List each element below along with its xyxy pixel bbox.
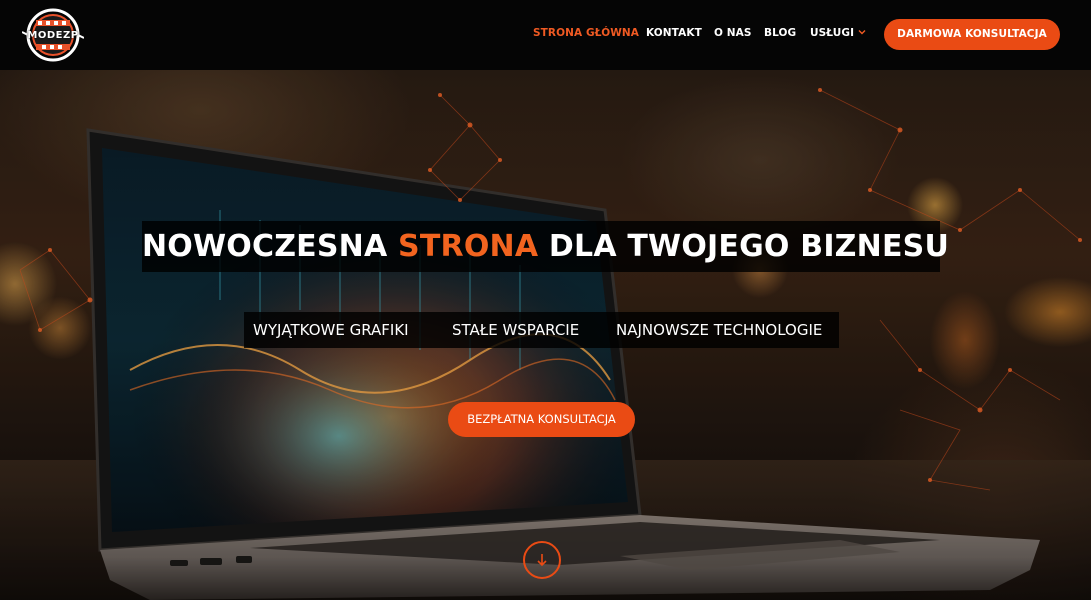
feature-support: STAŁE WSPARCIE (452, 321, 580, 339)
hero-section: NOWOCZESNA STRONA DLA TWOJEGO BIZNESU WY… (0, 70, 1091, 600)
scroll-down-button[interactable] (523, 541, 561, 579)
arrow-down-icon (537, 554, 547, 567)
free-consultation-cta[interactable]: BEZPŁATNA KONSULTACJA (448, 402, 635, 437)
nav-item-services[interactable]: USŁUGI (810, 27, 854, 39)
nav-item-about[interactable]: O NAS (714, 27, 752, 39)
free-consultation-button[interactable]: DARMOWA KONSULTACJA (884, 19, 1060, 50)
headline-part1: NOWOCZESNA (142, 229, 399, 264)
nav-item-blog[interactable]: BLOG (764, 27, 796, 39)
site-header: MODEZP STRONA GŁÓWNA KONTAKT O NAS BLOG … (0, 0, 1091, 70)
headline-accent: STRONA (398, 229, 539, 264)
hero-headline-box: NOWOCZESNA STRONA DLA TWOJEGO BIZNESU (142, 221, 949, 272)
nav-item-contact[interactable]: KONTAKT (646, 27, 702, 39)
hero-headline: NOWOCZESNA STRONA DLA TWOJEGO BIZNESU (142, 221, 949, 272)
feature-technologies: NAJNOWSZE TECHNOLOGIE (616, 321, 823, 339)
nav-item-home[interactable]: STRONA GŁÓWNA (533, 27, 639, 39)
hero-features: WYJĄTKOWE GRAFIKI STAŁE WSPARCIE NAJNOWS… (244, 312, 839, 348)
chevron-down-icon[interactable] (858, 28, 866, 36)
feature-graphics: WYJĄTKOWE GRAFIKI (253, 321, 409, 339)
headline-part2: DLA TWOJEGO BIZNESU (538, 229, 950, 264)
